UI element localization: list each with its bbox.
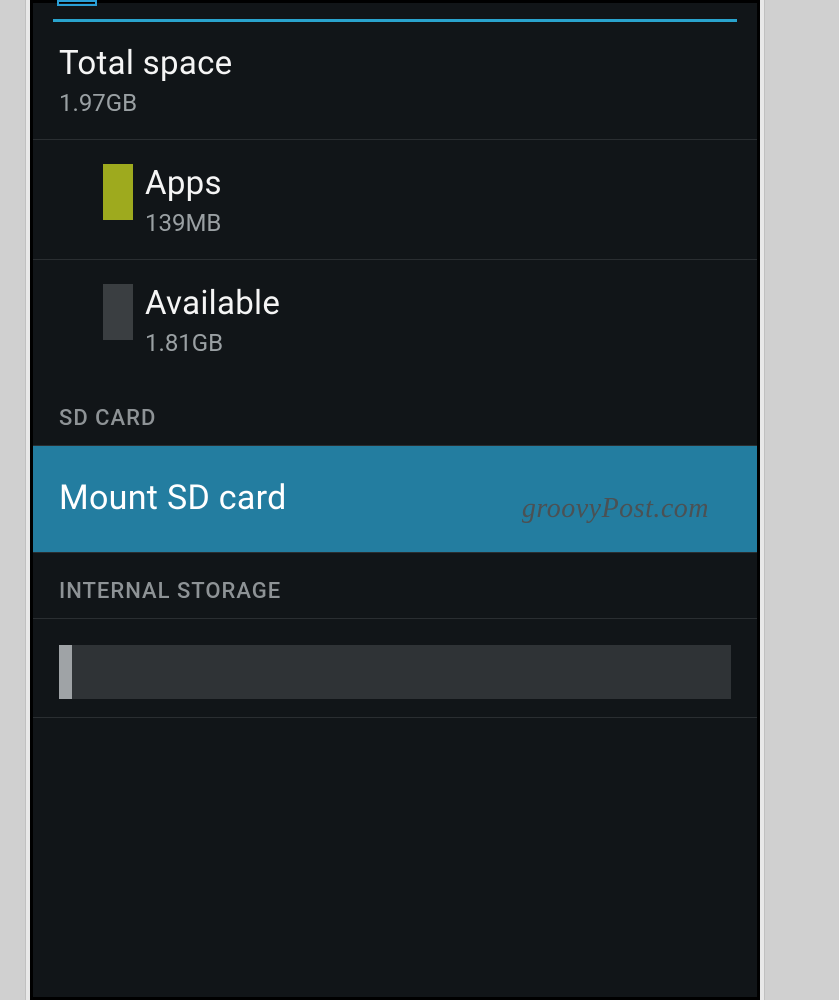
available-color-swatch <box>103 284 133 340</box>
apps-row[interactable]: Apps 139MB <box>33 140 757 260</box>
internal-storage-bar-row[interactable] <box>33 619 757 718</box>
available-value: 1.81GB <box>145 329 731 357</box>
total-space-label: Total space <box>59 44 731 83</box>
internal-storage-used-segment <box>59 645 72 699</box>
total-space-row[interactable]: Total space 1.97GB <box>33 22 757 140</box>
available-label: Available <box>145 284 731 323</box>
storage-settings-screen: Total space 1.97GB Apps 139MB Available … <box>30 0 760 1000</box>
apps-value: 139MB <box>145 209 731 237</box>
sd-card-section-header: SD CARD <box>33 380 757 446</box>
storage-list: Total space 1.97GB Apps 139MB Available … <box>33 22 757 718</box>
apps-color-swatch <box>103 164 133 220</box>
apps-label: Apps <box>145 164 731 203</box>
available-row[interactable]: Available 1.81GB <box>33 260 757 380</box>
header-bar <box>33 3 757 11</box>
mount-sd-card-label: Mount SD card <box>59 478 731 518</box>
total-space-value: 1.97GB <box>59 89 731 117</box>
mount-sd-card-button[interactable]: Mount SD card <box>33 446 757 553</box>
internal-storage-section-header: INTERNAL STORAGE <box>33 553 757 619</box>
internal-storage-bar <box>59 645 731 699</box>
header-app-icon <box>57 0 97 6</box>
